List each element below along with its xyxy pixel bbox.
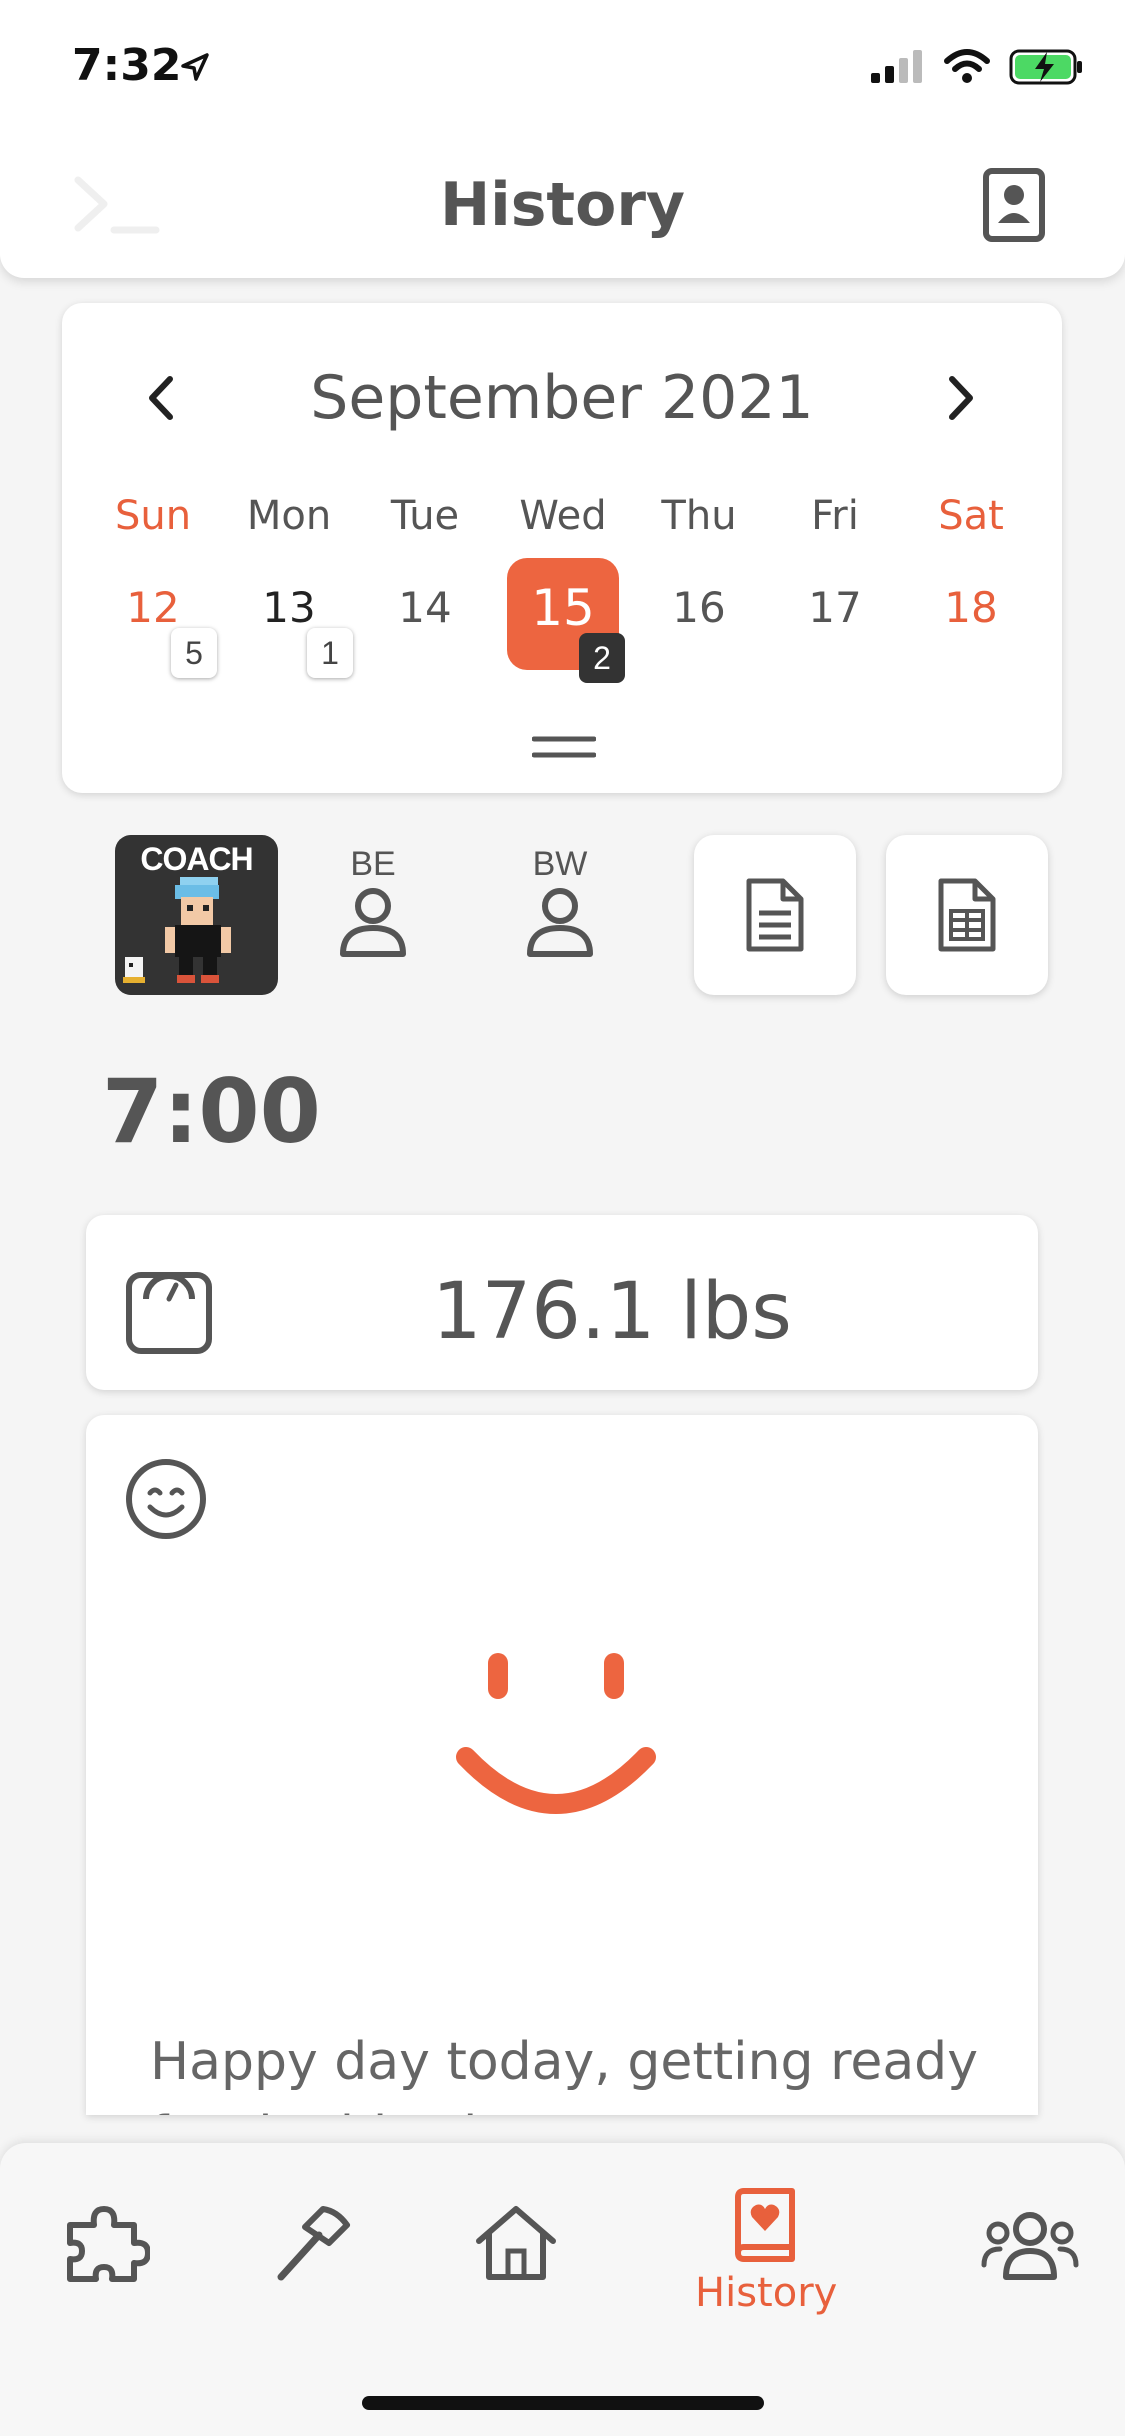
nav-history[interactable]: History — [695, 2187, 838, 2316]
be-person-button[interactable]: BE — [313, 845, 433, 965]
contact-card-icon[interactable] — [980, 165, 1050, 250]
be-label: BE — [350, 845, 396, 883]
nav-history-label: History — [695, 2270, 838, 2316]
person-icon — [340, 888, 406, 957]
week-calendar: September 2021 Sun Mon Tue Wed Thu Fri S… — [62, 303, 1062, 793]
weekday-wed: Wed — [519, 493, 607, 539]
heart-book-icon — [735, 2188, 795, 2262]
wifi-icon — [944, 49, 990, 83]
weekday-thu: Thu — [661, 493, 737, 539]
bw-person-button[interactable]: BW — [500, 845, 620, 965]
status-icons — [869, 48, 1085, 86]
home-icon — [476, 2206, 556, 2280]
location-arrow-icon — [180, 52, 210, 87]
smile-icon — [124, 1457, 208, 1546]
mood-card[interactable]: Happy day today, getting ready for the b… — [86, 1415, 1038, 2115]
person-icon — [527, 888, 593, 957]
nav-community[interactable] — [960, 2203, 1100, 2288]
nav-build[interactable] — [240, 2203, 380, 2288]
group-icon — [981, 2212, 1079, 2280]
status-time: 7:32 — [72, 40, 182, 91]
day-16[interactable]: 16 — [631, 583, 767, 632]
weekday-tue: Tue — [390, 493, 460, 539]
weekday-mon: Mon — [246, 493, 332, 539]
document-button[interactable] — [694, 835, 856, 995]
entry-count-badge: 5 — [171, 628, 217, 678]
drag-handle-icon[interactable] — [531, 733, 597, 768]
home-indicator[interactable] — [362, 2396, 764, 2410]
weekday-sat: Sat — [938, 493, 1004, 539]
hammer-icon — [277, 2206, 350, 2281]
puzzle-icon — [67, 2206, 151, 2282]
happy-face-icon — [456, 1645, 656, 1850]
bw-label: BW — [532, 845, 588, 883]
page-title: History — [439, 170, 686, 240]
coach-character-icon — [123, 877, 231, 983]
day-17[interactable]: 17 — [767, 583, 903, 632]
day-14[interactable]: 14 — [357, 583, 493, 632]
battery-charging-icon — [1009, 49, 1082, 85]
weight-value: 176.1 lbs — [432, 1267, 792, 1357]
signal-icon — [871, 50, 922, 83]
chevron-right-icon[interactable] — [942, 373, 982, 428]
document-icon — [746, 878, 804, 952]
entry-count-badge: 2 — [579, 633, 625, 683]
nav-home[interactable] — [446, 2203, 586, 2288]
weekday-fri: Fri — [811, 493, 859, 539]
day-12[interactable]: 12 — [85, 583, 221, 632]
weight-card[interactable]: 176.1 lbs — [86, 1215, 1038, 1390]
month-label: September 2021 — [310, 363, 814, 433]
spreadsheet-icon — [938, 878, 996, 952]
spreadsheet-button[interactable] — [886, 835, 1048, 995]
mood-note: Happy day today, getting ready for the b… — [150, 2032, 978, 2115]
nav-puzzle[interactable] — [37, 2203, 177, 2288]
bottom-navigation: History — [0, 2143, 1125, 2436]
coach-avatar[interactable]: COACH — [115, 835, 278, 995]
entry-count-badge: 1 — [307, 628, 353, 678]
day-18[interactable]: 18 — [903, 583, 1039, 632]
entry-time: 7:00 — [102, 1060, 321, 1163]
day-13[interactable]: 13 — [221, 583, 357, 632]
weekday-sun: Sun — [114, 493, 192, 539]
